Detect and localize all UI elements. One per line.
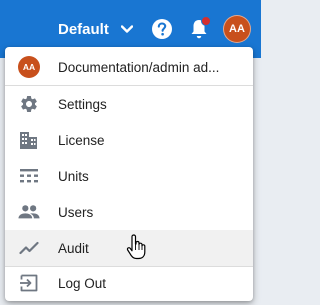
users-icon xyxy=(18,201,40,223)
menu-item-label: Users xyxy=(58,204,94,220)
chevron-down-icon xyxy=(120,25,133,33)
notifications-button[interactable] xyxy=(188,16,211,41)
profile-avatar: AA xyxy=(18,56,40,78)
menu-item-audit[interactable]: Audit xyxy=(5,230,253,266)
menu-item-label: Units xyxy=(58,168,89,184)
gear-icon xyxy=(18,93,40,115)
menu-item-settings[interactable]: Settings xyxy=(5,86,253,122)
units-icon xyxy=(18,165,40,187)
menu-item-units[interactable]: Units xyxy=(5,158,253,194)
building-icon xyxy=(18,129,40,151)
bell-icon xyxy=(188,20,210,45)
menu-item-profile[interactable]: AA Documentation/admin ad... xyxy=(5,49,253,85)
help-button[interactable] xyxy=(151,18,173,40)
menu-item-logout[interactable]: Log Out xyxy=(5,265,253,301)
menu-item-label: License xyxy=(58,132,105,148)
menu-item-license[interactable]: License xyxy=(5,122,253,158)
menu-item-users[interactable]: Users xyxy=(5,194,253,230)
logout-icon xyxy=(18,272,40,294)
help-icon xyxy=(151,19,173,44)
environment-label: Default xyxy=(58,20,109,38)
menu-item-label: Log Out xyxy=(58,275,107,291)
notification-badge xyxy=(201,16,211,26)
user-menu: AA Documentation/admin ad... Settings Li… xyxy=(5,47,253,301)
menu-item-label: Audit xyxy=(58,240,89,256)
menu-item-label: Settings xyxy=(58,96,107,112)
user-avatar-button[interactable]: AA xyxy=(223,15,251,43)
trending-line-icon xyxy=(18,237,40,259)
environment-selector[interactable]: Default xyxy=(58,17,133,41)
avatar: AA xyxy=(18,56,40,78)
profile-label: Documentation/admin ad... xyxy=(58,59,220,75)
